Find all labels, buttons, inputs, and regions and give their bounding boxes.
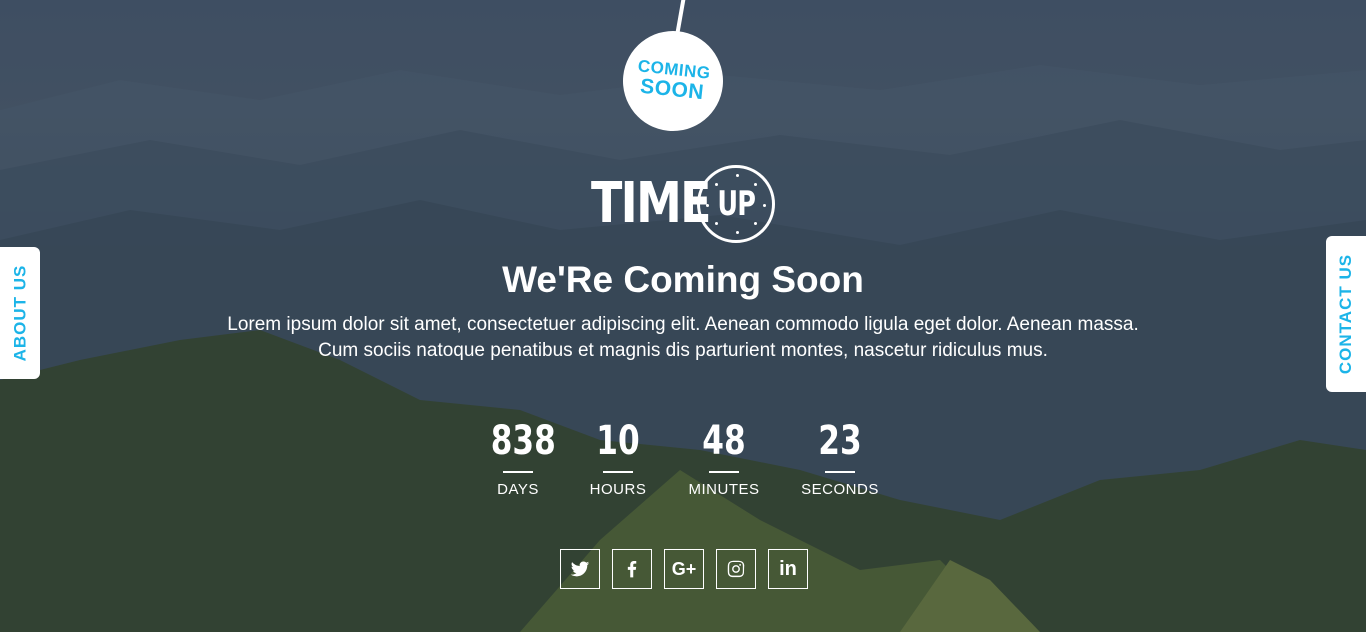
minutes-divider bbox=[709, 471, 739, 473]
days-value: 838 bbox=[490, 418, 556, 464]
social-links: G+ in bbox=[560, 549, 808, 589]
hours-divider bbox=[603, 471, 633, 473]
countdown-timer: 838 DAYS 10 HOURS 48 MINUTES 23 SECONDS bbox=[0, 417, 1366, 507]
facebook-icon bbox=[627, 561, 637, 578]
linkedin-link[interactable]: in bbox=[768, 549, 808, 589]
minutes-label: MINUTES bbox=[688, 481, 760, 498]
about-us-label: ABOUT US bbox=[10, 264, 29, 362]
countdown-seconds: 23 SECONDS bbox=[797, 417, 883, 498]
google-plus-link[interactable]: G+ bbox=[664, 549, 704, 589]
badge-line-2: SOON bbox=[639, 74, 706, 105]
instagram-link[interactable] bbox=[716, 549, 756, 589]
contact-us-label: CONTACT US bbox=[1336, 253, 1355, 375]
countdown-days: 838 DAYS bbox=[483, 417, 556, 498]
contact-us-tab[interactable]: CONTACT US bbox=[1326, 236, 1366, 392]
seconds-divider bbox=[825, 471, 855, 473]
hours-value: 10 bbox=[596, 418, 640, 464]
minutes-value: 48 bbox=[702, 418, 746, 464]
countdown-hours: 10 HOURS bbox=[583, 417, 653, 498]
instagram-icon bbox=[727, 560, 745, 578]
about-us-tab[interactable]: ABOUT US bbox=[0, 247, 40, 379]
hours-label: HOURS bbox=[589, 481, 647, 498]
logo-word: TIME bbox=[591, 171, 712, 236]
linkedin-icon: in bbox=[779, 557, 797, 580]
facebook-link[interactable] bbox=[612, 549, 652, 589]
logo-clock-circle: UP bbox=[697, 165, 775, 243]
twitter-icon bbox=[570, 561, 590, 577]
days-label: DAYS bbox=[497, 481, 539, 498]
seconds-value: 23 bbox=[818, 418, 862, 464]
google-plus-icon: G+ bbox=[671, 558, 697, 579]
countdown-minutes: 48 MINUTES bbox=[683, 417, 765, 498]
logo-circle-word: UP bbox=[717, 184, 756, 224]
page-headline: We'Re Coming Soon bbox=[502, 259, 864, 300]
time-up-logo: TIME UP bbox=[591, 164, 775, 244]
days-divider bbox=[503, 471, 533, 473]
twitter-link[interactable] bbox=[560, 549, 600, 589]
seconds-label: SECONDS bbox=[801, 481, 879, 498]
page-description: Lorem ipsum dolor sit amet, consectetuer… bbox=[227, 314, 1139, 361]
